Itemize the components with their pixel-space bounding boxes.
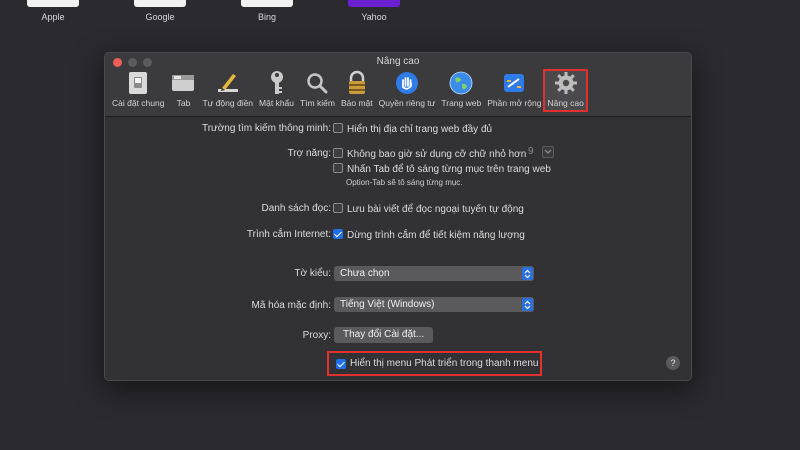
hand-icon — [394, 70, 420, 96]
help-button[interactable]: ? — [666, 356, 680, 370]
lock-icon — [344, 70, 370, 96]
tab-tabs[interactable]: Tab — [167, 70, 199, 111]
develop-menu-checkbox[interactable] — [336, 358, 346, 369]
min-font-size-stepper[interactable] — [542, 146, 554, 158]
develop-menu-text: Hiển thị menu Phát triển trong thanh men… — [350, 358, 539, 369]
full-address-option[interactable]: Hiển thị địa chỉ trang web đầy đủ — [333, 123, 492, 135]
option-tab-hint: Option-Tab sẽ tô sáng từng mục. — [346, 178, 463, 187]
tab-privacy[interactable]: Quyền riêng tư — [376, 70, 439, 111]
toolbar-label: Quyền riêng tư — [378, 98, 436, 108]
default-encoding-select[interactable]: Tiếng Việt (Windows) — [334, 297, 534, 312]
tab-security[interactable]: Bảo mật — [338, 70, 376, 111]
tab-autofill[interactable]: Tự động điền — [199, 70, 256, 111]
min-font-size-text: Không bao giờ sử dụng cỡ chữ nhỏ hơn — [347, 149, 527, 160]
tab-passwords[interactable]: Mật khẩu — [256, 70, 297, 111]
tab-search[interactable]: Tìm kiếm — [297, 70, 338, 111]
toolbar-label: Cài đặt chung — [112, 98, 165, 108]
favorite-bing[interactable]: Bing — [241, 0, 293, 22]
key-icon — [264, 70, 290, 96]
pencil-icon — [215, 70, 241, 96]
tab-extensions[interactable]: Phần mở rộng — [484, 70, 544, 111]
tab-icon — [170, 70, 196, 96]
toolbar-label: Phần mở rộng — [487, 98, 542, 108]
puzzle-icon — [501, 70, 527, 96]
favorite-label: Yahoo — [361, 12, 387, 22]
default-encoding-label: Mã hóa mặc định: — [251, 300, 332, 311]
offline-reading-text: Lưu bài viết để đọc ngoại tuyến tự động — [347, 204, 524, 215]
stop-plugins-text: Dừng trình cắm để tiết kiệm năng lượng — [347, 230, 525, 241]
tab-highlight-option[interactable]: Nhấn Tab để tô sáng từng mục trên trang … — [333, 163, 551, 175]
tab-websites[interactable]: Trang web — [438, 70, 484, 111]
tab-general[interactable]: Cài đặt chung — [109, 70, 167, 111]
chevron-down-icon — [544, 149, 552, 154]
favorite-label: Bing — [257, 12, 276, 22]
tab-highlight-text: Nhấn Tab để tô sáng từng mục trên trang … — [347, 164, 551, 175]
favorite-yahoo[interactable]: Yahoo — [348, 0, 400, 22]
apple-tile — [27, 0, 79, 7]
toolbar-label: Mật khẩu — [259, 98, 295, 108]
window-titlebar: Nâng cao Cài đặt chung Tab Tự động điền — [105, 53, 691, 117]
google-tile — [134, 0, 186, 7]
favorite-google[interactable]: Google — [134, 0, 186, 22]
stylesheet-label: Tờ kiểu: — [294, 268, 331, 279]
toolbar-label: Tab — [176, 98, 191, 108]
select-arrows-icon — [522, 267, 533, 280]
stylesheet-select[interactable]: Chưa chọn — [334, 266, 534, 281]
offline-reading-checkbox[interactable] — [333, 203, 343, 213]
min-font-size-value[interactable]: 9 — [528, 146, 534, 157]
favorite-label: Apple — [41, 12, 65, 22]
toolbar-label: Tự động điền — [202, 98, 254, 108]
stylesheet-value: Chưa chọn — [340, 268, 390, 279]
tab-advanced[interactable]: Nâng cao — [543, 69, 588, 112]
proxy-label: Proxy: — [302, 330, 331, 341]
preferences-toolbar: Cài đặt chung Tab Tự động điền Mật khẩu — [109, 69, 588, 112]
yahoo-tile — [348, 0, 400, 7]
develop-menu-option[interactable]: Hiển thị menu Phát triển trong thanh men… — [327, 351, 542, 376]
toolbar-label: Nâng cao — [547, 98, 584, 108]
stop-plugins-checkbox[interactable] — [333, 229, 343, 239]
bing-tile — [241, 0, 293, 7]
internet-plugins-label: Trình cắm Internet: — [246, 229, 331, 240]
general-switch-icon — [125, 70, 151, 96]
stop-plugins-option[interactable]: Dừng trình cắm để tiết kiệm năng lượng — [333, 229, 525, 241]
change-proxy-settings-button[interactable]: Thay đổi Cài đặt... — [334, 327, 434, 343]
accessibility-label: Trợ năng: — [287, 148, 331, 159]
min-font-size-option[interactable]: Không bao giờ sử dụng cỡ chữ nhỏ hơn — [333, 148, 526, 160]
advanced-preferences-window: Nâng cao Cài đặt chung Tab Tự động điền — [104, 52, 692, 381]
tab-highlight-checkbox[interactable] — [333, 163, 343, 173]
globe-icon — [448, 70, 474, 96]
toolbar-label: Bảo mật — [340, 98, 373, 108]
offline-reading-option[interactable]: Lưu bài viết để đọc ngoại tuyến tự động — [333, 203, 524, 215]
gear-icon — [553, 70, 579, 96]
reading-list-label: Danh sách đọc: — [261, 203, 332, 214]
full-address-checkbox[interactable] — [333, 123, 343, 133]
min-font-size-checkbox[interactable] — [333, 148, 343, 158]
toolbar-label: Trang web — [441, 98, 482, 108]
favorite-label: Google — [145, 12, 175, 22]
toolbar-label: Tìm kiếm — [300, 98, 335, 108]
magnifier-icon — [304, 70, 330, 96]
select-arrows-icon — [522, 298, 533, 311]
window-title: Nâng cao — [376, 56, 420, 67]
favorite-apple[interactable]: Apple — [27, 0, 79, 22]
full-address-text: Hiển thị địa chỉ trang web đầy đủ — [347, 124, 493, 135]
default-encoding-value: Tiếng Việt (Windows) — [340, 299, 435, 310]
smart-search-label: Trường tìm kiếm thông minh: — [201, 123, 331, 134]
